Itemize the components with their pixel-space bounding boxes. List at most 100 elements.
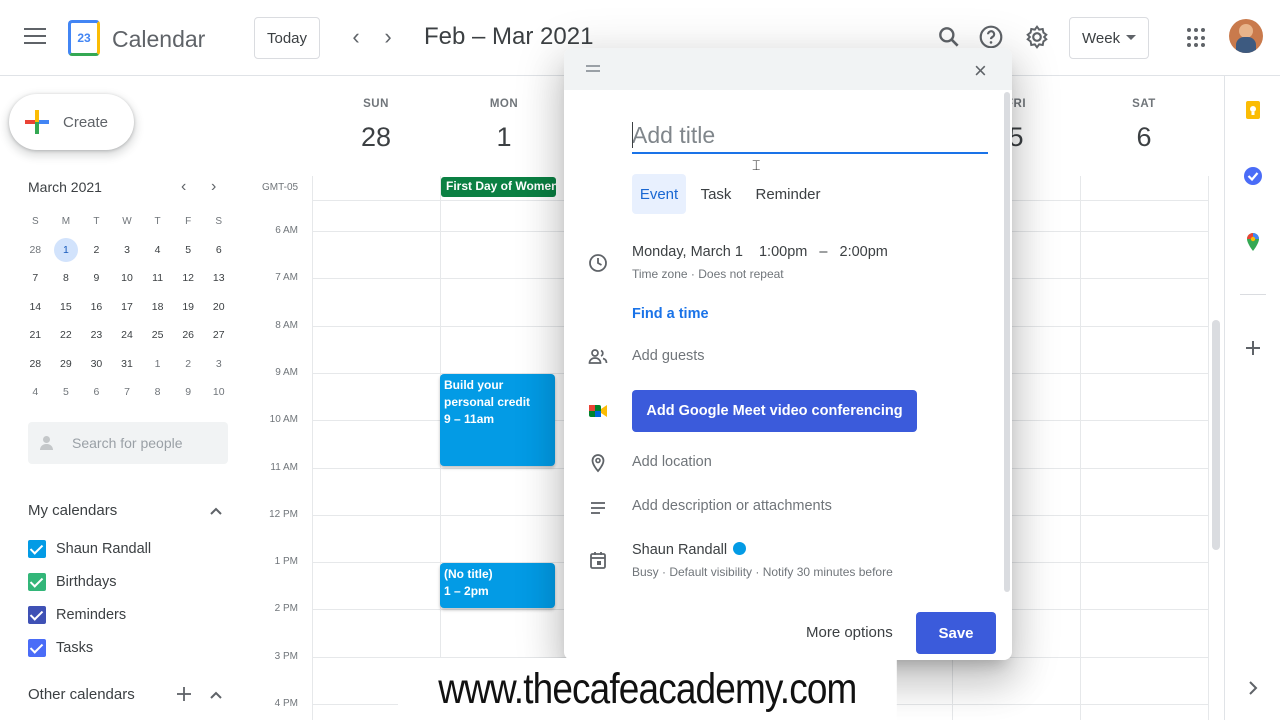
mini-day[interactable]: 15: [51, 301, 82, 313]
day-number[interactable]: 6: [1080, 122, 1208, 153]
mini-day[interactable]: 4: [142, 244, 173, 256]
mini-day[interactable]: 17: [112, 301, 143, 313]
calendar-list-item[interactable]: Reminders: [28, 606, 126, 624]
add-guests-field[interactable]: Add guests: [632, 348, 705, 364]
mini-day[interactable]: 9: [81, 272, 112, 284]
tab-task[interactable]: Task: [694, 174, 738, 214]
avatar[interactable]: [1229, 19, 1263, 53]
checkbox-icon[interactable]: [28, 606, 46, 624]
calendar-list-item[interactable]: Shaun Randall: [28, 540, 151, 558]
day-header-sat[interactable]: SAT 6: [1080, 98, 1208, 153]
mini-day[interactable]: 12: [173, 272, 204, 284]
dialog-scrollbar[interactable]: [1004, 92, 1010, 592]
mini-day[interactable]: 7: [20, 272, 51, 284]
mini-day[interactable]: 29: [51, 358, 82, 370]
my-calendars-heading[interactable]: My calendars: [28, 502, 117, 519]
view-selector[interactable]: Week: [1069, 17, 1149, 59]
search-people-input[interactable]: Search for people: [28, 422, 228, 464]
day-header-mon[interactable]: MON 1: [440, 98, 568, 153]
event-end-time[interactable]: 2:00pm: [840, 244, 888, 260]
add-description-field[interactable]: Add description or attachments: [632, 498, 832, 514]
mini-next-month-button[interactable]: ›: [211, 178, 216, 196]
other-calendars-heading[interactable]: Other calendars: [28, 686, 135, 703]
checkbox-icon[interactable]: [28, 540, 46, 558]
mini-day[interactable]: 24: [112, 329, 143, 341]
calendar-list-item[interactable]: Tasks: [28, 639, 93, 657]
chevron-up-icon[interactable]: [209, 504, 223, 518]
event-title-input[interactable]: [632, 118, 988, 154]
mini-day[interactable]: 22: [51, 329, 82, 341]
create-button[interactable]: Create: [9, 94, 134, 150]
mini-day[interactable]: 26: [173, 329, 204, 341]
mini-day[interactable]: 21: [20, 329, 51, 341]
mini-day[interactable]: 3: [203, 358, 234, 370]
calendar-list-item[interactable]: Birthdays: [28, 573, 116, 591]
mini-day[interactable]: 11: [142, 272, 173, 284]
mini-day[interactable]: 28: [20, 244, 51, 256]
close-icon[interactable]: ×: [974, 58, 987, 84]
mini-day[interactable]: 7: [112, 386, 143, 398]
mini-day[interactable]: 20: [203, 301, 234, 313]
mini-day[interactable]: 2: [81, 244, 112, 256]
mini-day[interactable]: 30: [81, 358, 112, 370]
mini-day[interactable]: 31: [112, 358, 143, 370]
mini-day[interactable]: 6: [203, 244, 234, 256]
tasks-icon[interactable]: [1243, 166, 1263, 186]
settings-icon[interactable]: [1024, 24, 1050, 50]
previous-week-button[interactable]: ‹: [344, 24, 368, 50]
mini-day[interactable]: 3: [112, 244, 143, 256]
find-a-time-link[interactable]: Find a time: [632, 306, 709, 322]
mini-day[interactable]: 25: [142, 329, 173, 341]
today-button[interactable]: Today: [254, 17, 320, 59]
mini-day[interactable]: 10: [112, 272, 143, 284]
calendar-event[interactable]: (No title) 1 – 2pm: [440, 563, 555, 608]
next-week-button[interactable]: ›: [376, 24, 400, 50]
mini-day[interactable]: 27: [203, 329, 234, 341]
chevron-up-icon[interactable]: [209, 688, 223, 702]
event-date[interactable]: Monday, March 1: [632, 244, 743, 260]
mini-day[interactable]: 9: [173, 386, 204, 398]
mini-day[interactable]: 16: [81, 301, 112, 313]
dialog-drag-bar[interactable]: ×: [564, 48, 1012, 90]
checkbox-icon[interactable]: [28, 639, 46, 657]
add-calendar-icon[interactable]: [176, 686, 192, 702]
help-icon[interactable]: [978, 24, 1004, 50]
calendar-details-link[interactable]: Busy · Default visibility · Notify 30 mi…: [632, 565, 893, 579]
mini-day[interactable]: 10: [203, 386, 234, 398]
mini-prev-month-button[interactable]: ‹: [181, 178, 186, 196]
event-start-time[interactable]: 1:00pm: [759, 244, 807, 260]
day-number[interactable]: 28: [312, 122, 440, 153]
calendar-event[interactable]: Build your personal credit 9 – 11am: [440, 374, 555, 466]
calendar-owner-selector[interactable]: Shaun Randall: [632, 542, 747, 558]
timezone-repeat-link[interactable]: Time zone · Does not repeat: [632, 267, 784, 281]
checkbox-icon[interactable]: [28, 573, 46, 591]
add-icon[interactable]: [1243, 338, 1263, 358]
allday-event[interactable]: First Day of Women': [441, 177, 556, 197]
day-header-sun[interactable]: SUN 28: [312, 98, 440, 153]
day-number[interactable]: 1: [440, 122, 568, 153]
drag-handle-icon[interactable]: [586, 65, 600, 75]
chevron-right-icon[interactable]: [1243, 678, 1263, 698]
keep-icon[interactable]: [1243, 100, 1263, 120]
mini-day[interactable]: 4: [20, 386, 51, 398]
save-button[interactable]: Save: [916, 612, 996, 654]
add-meet-button[interactable]: Add Google Meet video conferencing: [632, 390, 917, 432]
apps-icon[interactable]: [1187, 28, 1207, 48]
event-datetime[interactable]: Monday, March 1 1:00pm – 2:00pm: [632, 244, 888, 260]
mini-day[interactable]: 1: [142, 358, 173, 370]
mini-day[interactable]: 23: [81, 329, 112, 341]
mini-day[interactable]: 8: [142, 386, 173, 398]
tab-event[interactable]: Event: [632, 174, 686, 214]
mini-day[interactable]: 8: [51, 272, 82, 284]
more-options-button[interactable]: More options: [806, 624, 893, 641]
mini-day[interactable]: 5: [51, 386, 82, 398]
mini-day[interactable]: 28: [20, 358, 51, 370]
mini-day[interactable]: 2: [173, 358, 204, 370]
calendar-logo-icon[interactable]: 23: [68, 20, 100, 56]
mini-day[interactable]: 18: [142, 301, 173, 313]
grid-scrollbar[interactable]: [1212, 320, 1220, 550]
mini-day[interactable]: 14: [20, 301, 51, 313]
mini-day[interactable]: 6: [81, 386, 112, 398]
maps-icon[interactable]: [1243, 232, 1263, 252]
add-location-field[interactable]: Add location: [632, 454, 712, 470]
